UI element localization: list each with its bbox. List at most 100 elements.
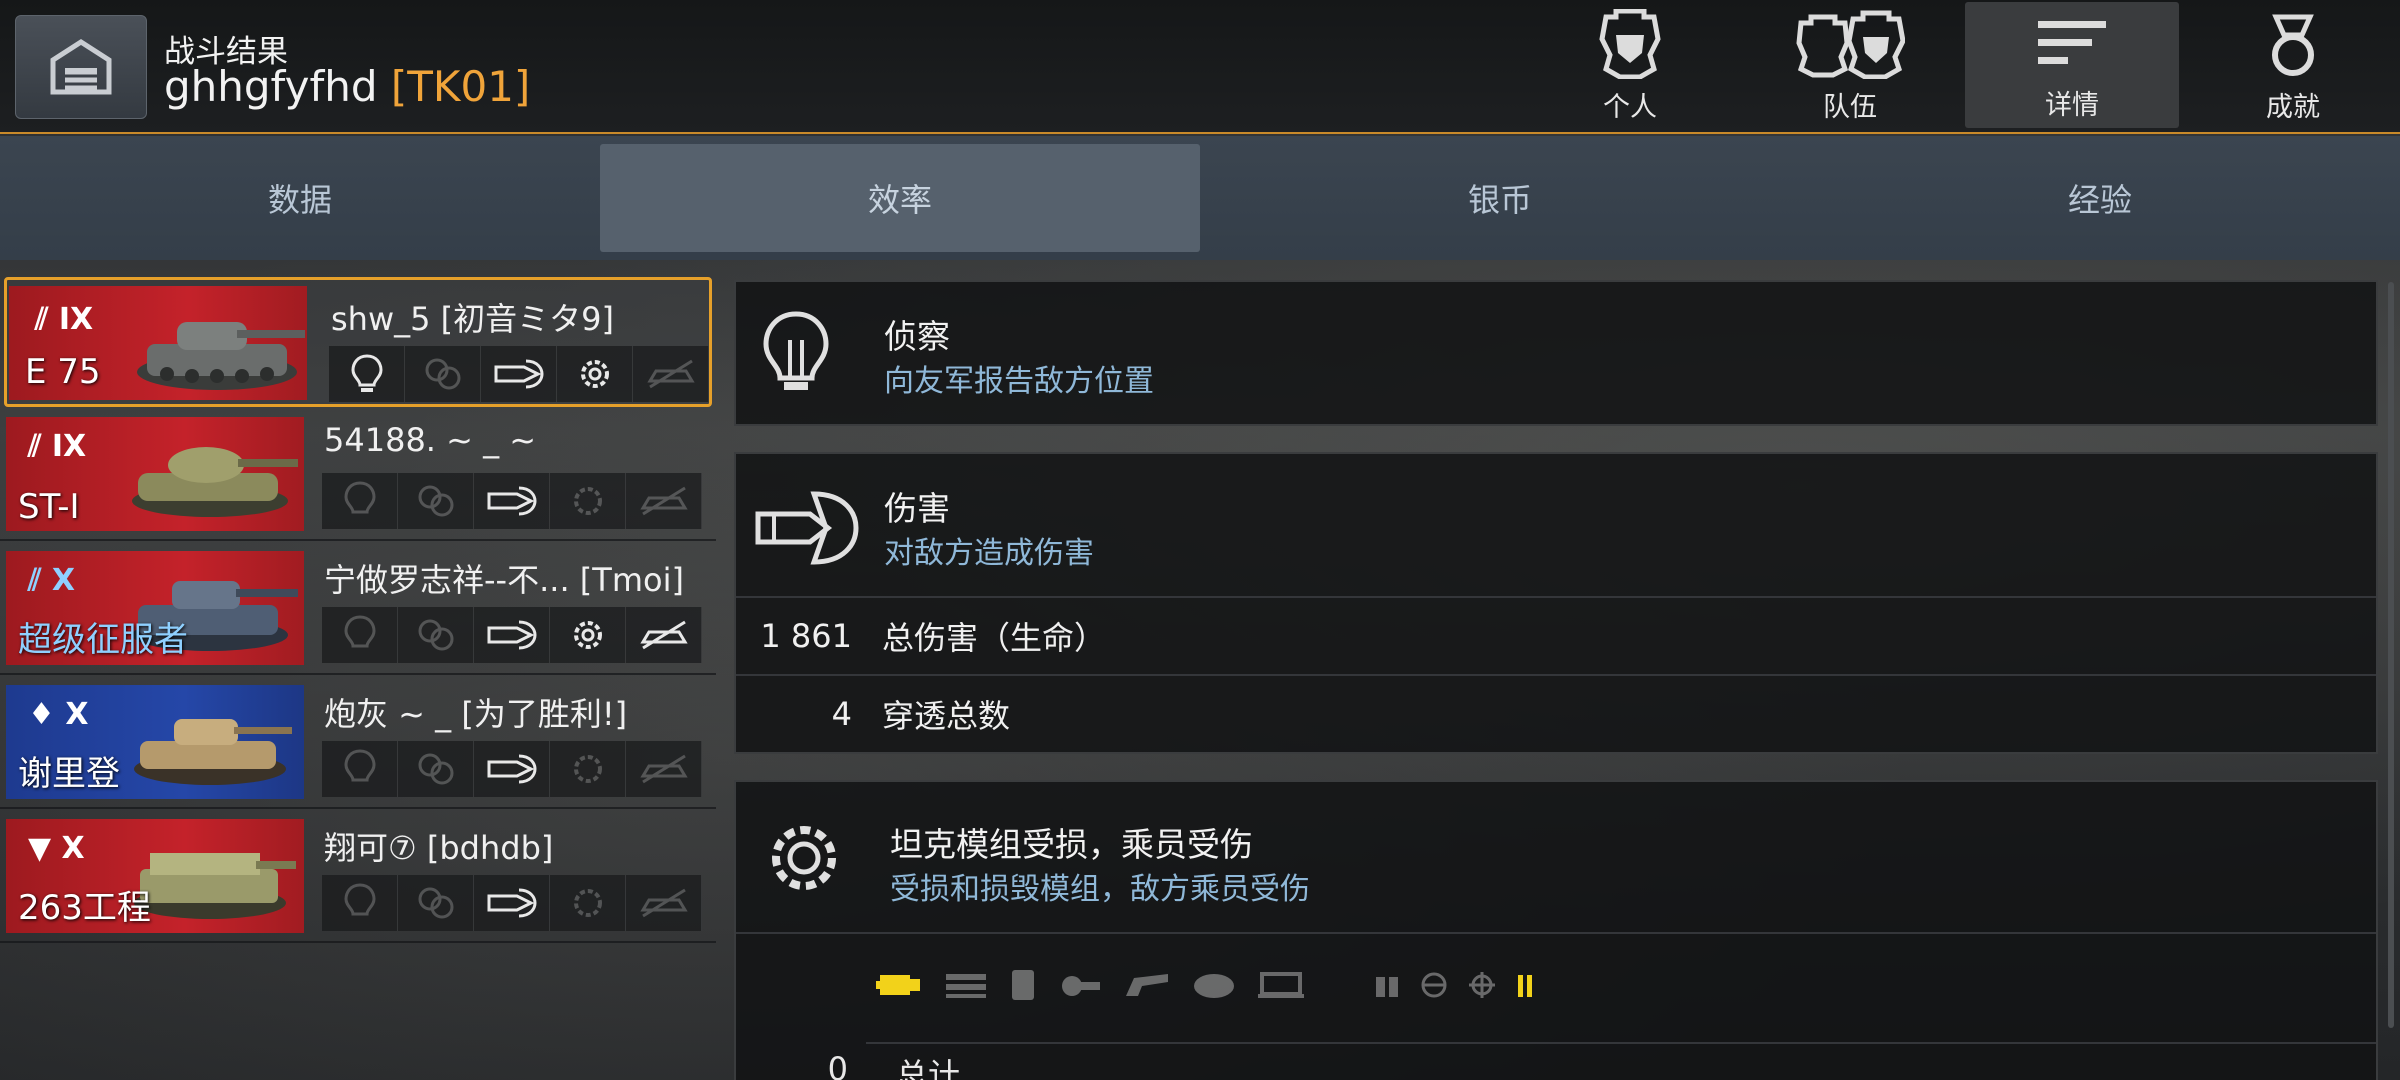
clan-tag: [TK01] [390,62,531,111]
player-name: 炮灰 ~ _ [为了胜利!] [324,695,628,733]
stat-value: 4 [831,695,852,733]
player-list: ⫽ IX E 75 shw_5 [初音ミタ9] ⫽ IX ST-I 54188.… [0,272,716,943]
stat-value: 1 861 [760,617,852,655]
nav-personal[interactable]: 个人 [1523,0,1737,130]
player-row[interactable]: ⫽ IX E 75 shw_5 [初音ミタ9] [4,277,712,407]
radio-icon [1194,974,1234,998]
damage-shell-icon [474,607,550,663]
ammo-rack-icon [1012,970,1034,1000]
tier-label: X [51,563,75,598]
assist-icon [398,473,474,529]
damage-card: 伤害 对敌方造成伤害 1 861 总伤害（生命） 4 穿透总数 [734,452,2378,754]
module-gear-icon [550,875,626,931]
tank-name: 谢里登 [18,754,120,794]
tank-image [110,421,300,525]
tank-name: E 75 [25,352,101,392]
stat-label: 总计 [896,1056,961,1080]
stat-tabs: 数据 效率 银币 经验 [0,136,2400,260]
module-gear-icon [550,473,626,529]
tier-badge: ⫽ IX [28,429,87,464]
efficiency-icons [329,346,709,402]
efficiency-details: 侦察 向友军报告敌方位置 伤害 对敌方造成伤害 1 861 总伤害（生命） 4 … [734,280,2378,1080]
tank-name: 超级征服者 [18,620,188,660]
tab-efficiency[interactable]: 效率 [600,144,1200,252]
spotting-icon [322,607,398,663]
player-name: 宁做罗志祥--不... [Tmoi] [324,561,684,599]
tank-image [110,689,300,793]
loader-icon [1518,975,1532,997]
damage-shell-icon [474,473,550,529]
spotting-icon [329,346,405,402]
card-desc: 对敌方造成伤害 [884,536,1094,571]
player-row[interactable]: ⫽ X 超级征服者 宁做罗志祥--不... [Tmoi] [0,541,716,675]
spotting-icon [322,875,398,931]
spotting-icon [322,473,398,529]
turret-icon [1126,974,1168,996]
player-name: ghhgfyfhd [164,62,378,111]
details-scrollbar[interactable] [2388,282,2394,1028]
card-title: 侦察 [884,317,950,356]
fuel-tank-icon [1258,972,1304,998]
tank-image [117,294,307,398]
card-desc: 受损和损毁模组，敌方乘员受伤 [890,872,1310,907]
assist-icon [398,875,474,931]
stat-row: 1 861 总伤害（生命） [736,596,2376,674]
tier-label: X [65,697,89,732]
assist-icon [405,346,481,402]
efficiency-icons [322,473,702,529]
card-title: 坦克模组受损，乘员受伤 [890,825,1253,864]
module-gear-icon [557,346,633,402]
assist-icon [398,607,474,663]
stat-label: 总伤害（生命） [882,619,1107,657]
player-name: shw_5 [初音ミタ9] [331,300,614,338]
damage-shell-icon [474,741,550,797]
tier-badge: ▼ X [28,831,85,866]
destroyed-tank-icon [626,607,702,663]
nav-label: 详情 [2045,90,2099,121]
destroyed-tank-icon [626,473,702,529]
spotting-icon [322,741,398,797]
card-title: 伤害 [884,489,950,528]
nav-label: 成就 [2266,92,2320,123]
module-gear-icon [550,741,626,797]
stat-label: 穿透总数 [882,697,1011,735]
nav-label: 队伍 [1823,92,1877,123]
efficiency-icons [322,741,702,797]
modules-card: 坦克模组受损，乘员受伤 受损和损毁模组，敌方乘员受伤 0 总计 [734,780,2378,1080]
gun-icon [1062,976,1100,996]
tank-name: 263工程 [18,888,151,928]
team-helmets-icon [1796,10,1905,79]
module-icons-row [736,932,2376,1042]
assist-icon [398,741,474,797]
tab-data[interactable]: 数据 [0,136,600,260]
tier-label: X [61,831,85,866]
top-bar: 战斗结果 ghhgfyfhd [TK01] 个人 队伍 详情 成就 [0,0,2400,134]
binoculars-icon [1376,977,1398,997]
tab-experience[interactable]: 经验 [1800,136,2400,260]
player-name: 翔可⑦ [bdhdb] [324,829,554,867]
player-row[interactable]: ⫽ IX ST-I 54188. ~ _ ~ [0,407,716,541]
tier-badge: ⫽ IX [35,302,94,337]
tier-label: IX [58,302,94,337]
stat-value: 0 [827,1050,848,1080]
nav-details[interactable]: 详情 [1965,2,2179,128]
module-gear-icon [762,816,846,904]
spotting-icon [760,310,832,400]
garage-home-button[interactable] [15,15,147,119]
player-row[interactable]: ♦ X 谢里登 炮灰 ~ _ [为了胜利!] [0,675,716,809]
module-gear-icon [550,607,626,663]
garage-icon [50,39,112,95]
gunner-icon [1469,972,1495,998]
damage-shell-icon [754,488,860,572]
tracks-icon [946,974,986,998]
player-title: ghhgfyfhd [TK01] [164,62,530,111]
nav-label: 个人 [1603,92,1657,123]
efficiency-icons [322,607,702,663]
medal-icon [2272,14,2314,76]
tier-badge: ⫽ X [28,563,75,598]
tab-credits[interactable]: 银币 [1200,136,1800,260]
player-row[interactable]: ▼ X 263工程 翔可⑦ [bdhdb] [0,809,716,943]
nav-team[interactable]: 队伍 [1743,0,1957,130]
nav-achievements[interactable]: 成就 [2186,0,2400,130]
engine-icon [876,975,920,995]
